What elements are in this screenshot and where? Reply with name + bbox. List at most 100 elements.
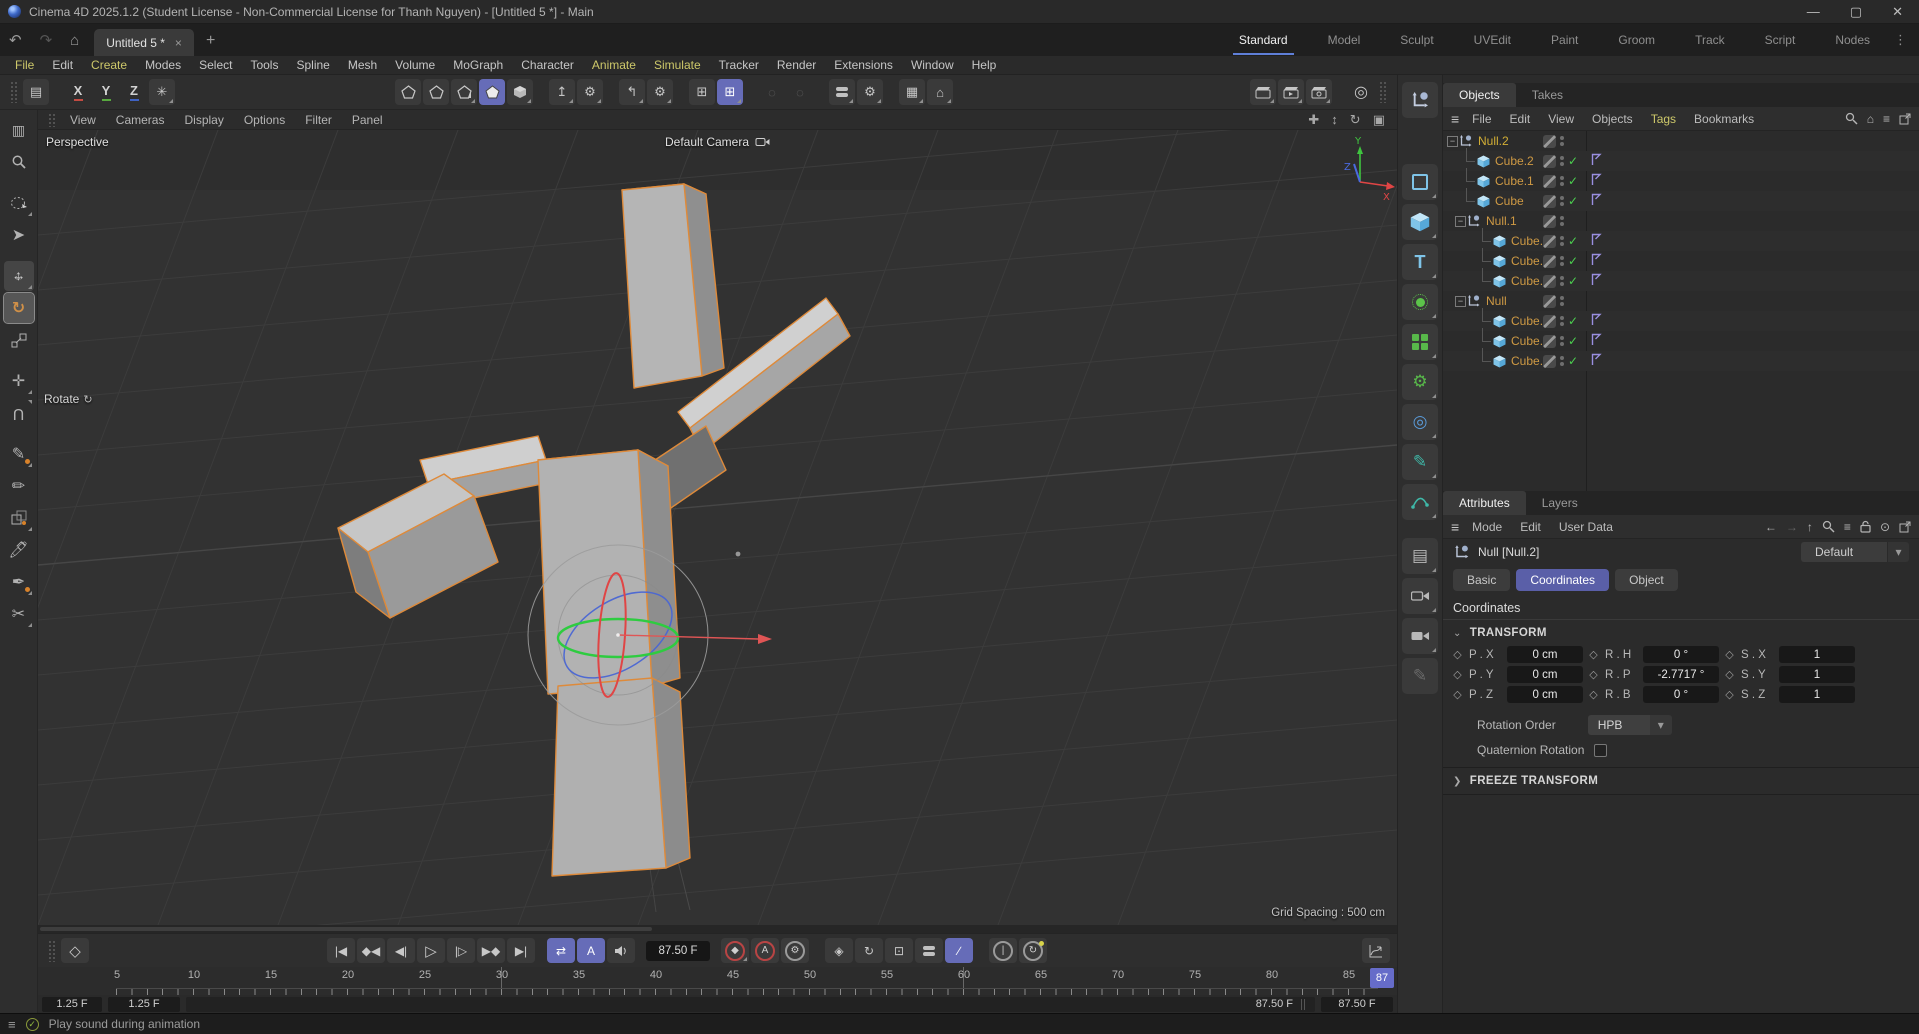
- pz-input[interactable]: 0 cm: [1507, 686, 1583, 703]
- visibility-dots[interactable]: [1560, 136, 1564, 146]
- workplane-icon[interactable]: ▦: [899, 79, 925, 105]
- make-editable-icon[interactable]: [395, 79, 421, 105]
- preview-range-track[interactable]: 87.50 F: [186, 997, 1315, 1012]
- keyframe-diamond-icon[interactable]: ◇: [1451, 668, 1464, 681]
- layer-chip[interactable]: [1543, 315, 1556, 328]
- maximize-button[interactable]: ▢: [1850, 4, 1862, 20]
- coordinates-manager-icon[interactable]: [1402, 82, 1438, 118]
- display-mode-icon[interactable]: ▤: [1402, 538, 1438, 574]
- render-to-picture-viewer-icon[interactable]: [1278, 79, 1304, 105]
- tab-objects[interactable]: Objects: [1443, 83, 1516, 107]
- enabled-check-icon[interactable]: ✓: [1568, 234, 1582, 248]
- toolbar-grip[interactable]: [10, 81, 18, 103]
- menu-modes[interactable]: Modes: [136, 58, 190, 72]
- effector-settings-icon[interactable]: ⚙: [647, 79, 673, 105]
- close-tab-icon[interactable]: ×: [175, 36, 182, 50]
- mograph-matrix-icon[interactable]: [1402, 324, 1438, 360]
- viewport-menu-display[interactable]: Display: [174, 113, 233, 127]
- rotate-tool-icon[interactable]: ↻: [4, 293, 34, 323]
- layout-tab-standard[interactable]: Standard: [1219, 24, 1308, 56]
- toggle-views-icon[interactable]: ▣: [1373, 112, 1385, 128]
- interactive-render-region-icon[interactable]: ◎: [1348, 79, 1374, 105]
- freeze-transform-group-header[interactable]: ❯ FREEZE TRANSFORM: [1443, 768, 1919, 792]
- om-menu-view[interactable]: View: [1539, 112, 1583, 126]
- visibility-dots[interactable]: [1560, 156, 1564, 166]
- visibility-dots[interactable]: [1560, 236, 1564, 246]
- viewport-hscrollbar[interactable]: [38, 925, 1397, 933]
- key-position-button[interactable]: ◈: [825, 938, 853, 963]
- animation-tag-icon[interactable]: [1590, 233, 1602, 249]
- scale-tool-icon[interactable]: [4, 325, 34, 355]
- set-keyframe-button[interactable]: ◇: [61, 938, 89, 963]
- enabled-check-icon[interactable]: ✓: [1568, 154, 1582, 168]
- rotate-view-icon[interactable]: ↻: [1350, 112, 1361, 128]
- layer-chip[interactable]: [1543, 135, 1556, 148]
- rh-input[interactable]: 0 °: [1643, 646, 1719, 663]
- collapse-icon[interactable]: −: [1455, 296, 1466, 307]
- spacing-settings-icon[interactable]: ⚙: [577, 79, 603, 105]
- object-row[interactable]: − Null: [1443, 291, 1919, 311]
- om-menu-edit[interactable]: Edit: [1501, 112, 1540, 126]
- am-menu-edit[interactable]: Edit: [1511, 520, 1550, 534]
- enabled-check-icon[interactable]: ✓: [1568, 174, 1582, 188]
- menu-simulate[interactable]: Simulate: [645, 58, 710, 72]
- layout-tab-paint[interactable]: Paint: [1531, 24, 1598, 56]
- animation-tag-icon[interactable]: [1590, 353, 1602, 369]
- animation-tag-icon[interactable]: [1590, 173, 1602, 189]
- menu-extensions[interactable]: Extensions: [825, 58, 902, 72]
- am-lock-icon[interactable]: [1860, 520, 1871, 533]
- key-rotation-button[interactable]: ↻: [855, 938, 883, 963]
- timeline-playhead[interactable]: 87: [1370, 968, 1394, 988]
- viewport-menu-panel[interactable]: Panel: [342, 113, 393, 127]
- key-pla-button[interactable]: [915, 938, 943, 963]
- collapse-icon[interactable]: −: [1447, 136, 1458, 147]
- layout-tab-model[interactable]: Model: [1308, 24, 1381, 56]
- preview-start-field[interactable]: 1.25 F: [108, 997, 180, 1012]
- tab-takes[interactable]: Takes: [1516, 83, 1579, 107]
- menu-edit[interactable]: Edit: [43, 58, 82, 72]
- menu-mesh[interactable]: Mesh: [339, 58, 386, 72]
- animation-tag-icon[interactable]: [1590, 193, 1602, 209]
- om-search-icon[interactable]: [1845, 112, 1858, 125]
- new-tab-button[interactable]: +: [194, 26, 227, 56]
- menu-tools[interactable]: Tools: [241, 58, 287, 72]
- layout-tab-track[interactable]: Track: [1675, 24, 1745, 56]
- layout-tab-sculpt[interactable]: Sculpt: [1380, 24, 1453, 56]
- menu-create[interactable]: Create: [82, 58, 136, 72]
- layout-tab-script[interactable]: Script: [1745, 24, 1816, 56]
- spline-pen-tool-icon[interactable]: ✒: [4, 567, 34, 597]
- enabled-check-icon[interactable]: ✓: [1568, 274, 1582, 288]
- keying-settings-button[interactable]: ⚙: [781, 938, 809, 963]
- transform-group-header[interactable]: ⌄ TRANSFORM: [1443, 620, 1919, 644]
- rotation-order-dropdown[interactable]: HPB ▾: [1588, 715, 1672, 735]
- next-key-button[interactable]: ▶◆: [477, 938, 505, 963]
- animation-tag-icon[interactable]: [1590, 253, 1602, 269]
- live-selection-tool-icon[interactable]: [4, 188, 34, 218]
- create-cube-icon[interactable]: [1402, 204, 1438, 240]
- anim-grip[interactable]: [48, 940, 56, 962]
- layer-chip[interactable]: [1543, 175, 1556, 188]
- sketch-pencil-tool-icon[interactable]: ✏: [4, 471, 34, 501]
- keyframe-diamond-icon[interactable]: ◇: [1723, 688, 1736, 701]
- enabled-check-icon[interactable]: ✓: [1568, 194, 1582, 208]
- enable-snap-icon[interactable]: ⊞: [717, 79, 743, 105]
- tool-settings-icon[interactable]: ⚙: [857, 79, 883, 105]
- tab-layers[interactable]: Layers: [1526, 491, 1594, 515]
- viewport-menu-cameras[interactable]: Cameras: [106, 113, 175, 127]
- object-row[interactable]: Cube.4 ✓: [1443, 331, 1919, 351]
- am-back-icon[interactable]: ←: [1765, 520, 1777, 534]
- menu-select[interactable]: Select: [190, 58, 241, 72]
- keyframe-diamond-icon[interactable]: ◇: [1723, 668, 1736, 681]
- model-mode-icon[interactable]: [423, 79, 449, 105]
- am-menu-userdata[interactable]: User Data: [1550, 520, 1622, 534]
- spline-arc-icon[interactable]: [1402, 484, 1438, 520]
- tween-boxes-tool-icon[interactable]: [4, 503, 34, 533]
- section-tab-coordinates[interactable]: Coordinates: [1516, 569, 1609, 591]
- enable-grid-icon[interactable]: ⊞: [689, 79, 715, 105]
- sy-input[interactable]: 1: [1779, 666, 1855, 683]
- viewport-menu-view[interactable]: View: [60, 113, 106, 127]
- enabled-check-icon[interactable]: ✓: [1568, 254, 1582, 268]
- layer-chip[interactable]: [1543, 275, 1556, 288]
- am-expand-icon[interactable]: [1899, 521, 1911, 533]
- move-tool-icon[interactable]: ↔↕: [4, 261, 34, 291]
